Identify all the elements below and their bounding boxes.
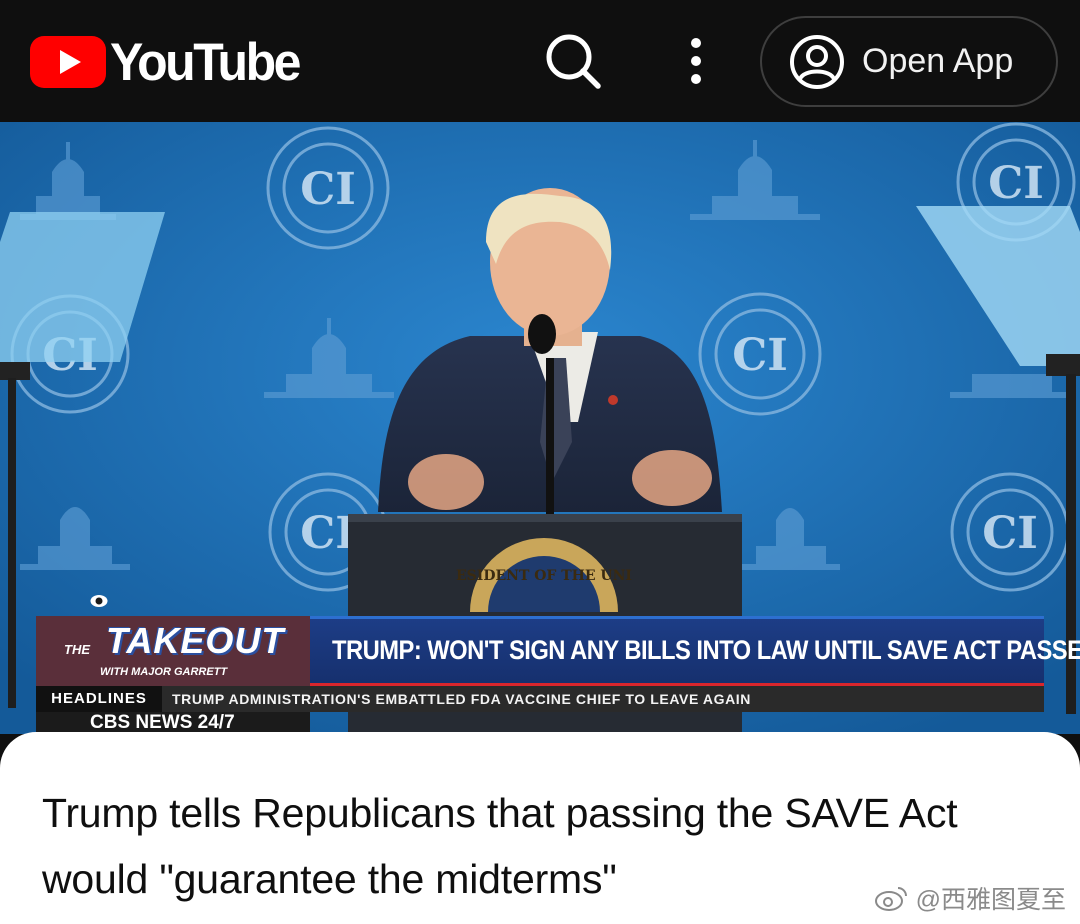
podium-seal-text: ESIDENT OF THE UNI <box>456 568 632 584</box>
watermark-text: @西雅图夏至 <box>915 886 1066 914</box>
ticker-text: TRUMP ADMINISTRATION'S EMBATTLED FDA VAC… <box>172 691 751 707</box>
svg-text:CI: CI <box>732 330 788 381</box>
svg-text:CI: CI <box>982 508 1038 559</box>
headline-bar: TRUMP: WON'T SIGN ANY BILLS INTO LAW UNT… <box>310 616 1080 686</box>
svg-text:CI: CI <box>988 158 1044 209</box>
open-app-button[interactable]: Open App <box>760 16 1058 107</box>
ticker-label: HEADLINES <box>36 686 162 712</box>
program-title: TAKEOUT <box>106 620 285 661</box>
video-player[interactable]: CI CI CI CI CI CI <box>0 122 1080 734</box>
weibo-icon <box>874 887 907 911</box>
headline-text: TRUMP: WON'T SIGN ANY BILLS INTO LAW UNT… <box>332 635 1080 665</box>
cbs-eye-icon <box>90 595 108 607</box>
search-icon[interactable] <box>544 32 602 90</box>
top-app-bar: YouTube Open App <box>0 0 1080 122</box>
watermark: @西雅图夏至 <box>874 880 1066 916</box>
logo-wordmark: YouTube <box>110 32 301 92</box>
svg-text:CI: CI <box>300 508 356 559</box>
account-circle-icon <box>790 34 844 89</box>
more-vert-icon[interactable] <box>680 35 712 87</box>
youtube-logo-icon <box>30 36 106 88</box>
news-ticker: HEADLINES TRUMP ADMINISTRATION'S EMBATTL… <box>36 686 1044 712</box>
program-the: THE <box>64 642 90 657</box>
program-logo: THE TAKEOUT WITH MAJOR GARRETT <box>36 616 310 686</box>
program-subtitle: WITH MAJOR GARRETT <box>100 666 228 678</box>
open-app-label: Open App <box>862 42 1014 80</box>
svg-text:CI: CI <box>300 164 356 215</box>
video-details-sheet: Trump tells Republicans that passing the… <box>0 732 1080 924</box>
youtube-logo[interactable]: YouTube <box>30 32 301 92</box>
